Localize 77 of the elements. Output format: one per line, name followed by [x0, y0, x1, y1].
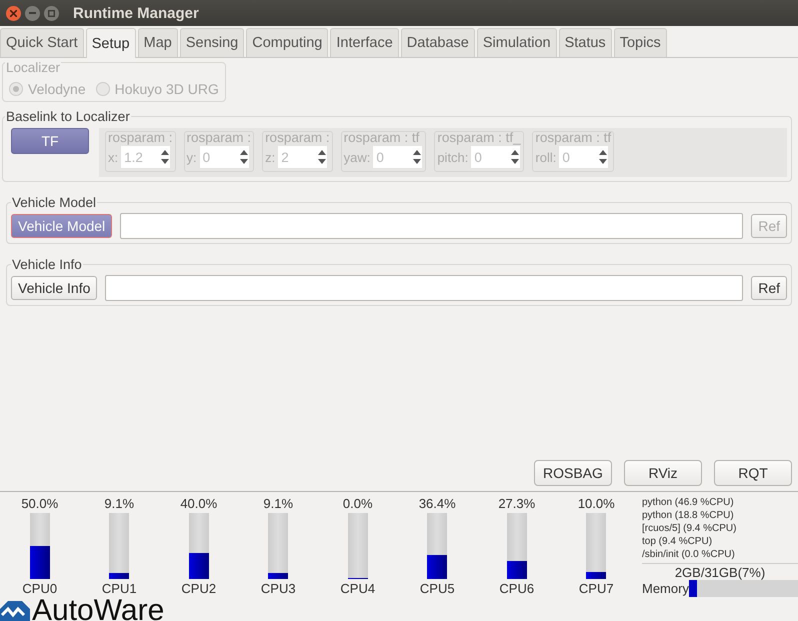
spin-arrows-icon[interactable] [238, 149, 249, 165]
spin-arrows-icon[interactable] [160, 149, 170, 165]
cpu-percent: 27.3% [498, 496, 536, 511]
cpu-meter [427, 513, 448, 579]
tab[interactable]: Topics [614, 28, 667, 57]
cpu-meter [30, 513, 50, 579]
minimize-icon[interactable] [25, 6, 40, 20]
cpu-percent: 9.1% [104, 496, 134, 511]
spin-arrows-icon[interactable] [510, 149, 520, 165]
spin-arrows-icon[interactable] [317, 149, 328, 165]
param-title: rosparam : tf_ [437, 130, 522, 145]
param-label: pitch: [437, 150, 468, 164]
path-field[interactable] [105, 275, 744, 301]
group-title: Vehicle Model [11, 195, 98, 210]
group-title: Localizer [5, 60, 62, 75]
param-title: rosparam : tf [535, 130, 612, 145]
param-title: rosparam : [108, 130, 173, 145]
tool-button[interactable]: RQT [714, 460, 792, 486]
cpu-label: CPU4 [340, 581, 376, 596]
process-entry: python (18.8 %CPU) [642, 509, 735, 522]
tab[interactable]: Status [558, 28, 612, 57]
param-label: yaw: [344, 150, 370, 164]
cpu-percent: 36.4% [418, 496, 456, 511]
cpu-label: CPU2 [181, 581, 216, 596]
cpu-label: CPU0 [22, 581, 58, 596]
tab[interactable]: Quick Start [0, 28, 84, 57]
param-label: y: [186, 150, 197, 164]
cpu-label: CPU6 [499, 581, 534, 596]
cpu-label: CPU7 [578, 581, 614, 596]
tab[interactable]: Setup [86, 28, 136, 58]
process-entry: [rcuos/5] (9.4 %CPU) [642, 522, 738, 535]
cpu-percent: 10.0% [578, 496, 615, 511]
memory-label: Memory [642, 581, 689, 596]
cpu-label: CPU3 [260, 581, 296, 596]
tab[interactable]: Interface [330, 28, 399, 57]
cpu-meter [188, 513, 209, 579]
param-title: rosparam : [265, 130, 330, 145]
process-entry: top (9.4 %CPU) [642, 535, 714, 548]
spin-arrows-icon[interactable] [598, 149, 608, 165]
cpu-label: CPU1 [102, 581, 137, 596]
tab[interactable]: Database [400, 28, 475, 57]
tool-button[interactable]: RViz [624, 460, 702, 486]
param-label: z: [265, 150, 276, 164]
maximize-icon[interactable] [44, 6, 59, 20]
logo-text: AutoWare [32, 595, 164, 621]
tab[interactable]: Map [138, 28, 178, 57]
cpu-percent: 9.1% [263, 496, 294, 511]
close-icon[interactable] [6, 6, 21, 20]
tool-button[interactable]: ROSBAG [534, 460, 612, 486]
path-field[interactable] [120, 213, 744, 239]
cpu-meter [348, 513, 368, 579]
window-title: Runtime Manager [73, 4, 199, 22]
group-title: Vehicle Info [11, 257, 83, 272]
tab[interactable]: Computing [246, 28, 328, 57]
cpu-meter [586, 513, 606, 579]
param-label: x: [108, 150, 118, 164]
cpu-percent: 0.0% [342, 496, 373, 511]
param-label: roll: [535, 150, 556, 164]
cpu-percent: 50.0% [21, 496, 58, 511]
tab[interactable]: Sensing [180, 28, 244, 57]
tab[interactable]: Simulation [476, 28, 557, 57]
cpu-meter [268, 513, 288, 579]
tf-button[interactable]: TF [11, 128, 89, 154]
vehicle-button[interactable]: Vehicle Info [11, 276, 98, 300]
param-title: rosparam : tf [344, 130, 420, 145]
ref-button[interactable]: Ref [751, 276, 787, 300]
process-entry: python (46.9 %CPU) [642, 496, 735, 509]
param-title: rosparam : [186, 130, 252, 145]
cpu-label: CPU5 [420, 581, 455, 596]
vehicle-button[interactable]: Vehicle Model [11, 214, 112, 238]
spin-arrows-icon[interactable] [412, 149, 422, 165]
group-title: Baselink to Localizer [5, 109, 131, 124]
cpu-percent: 40.0% [180, 496, 218, 511]
process-entry: /sbin/init (0.0 %CPU) [642, 548, 736, 561]
cpu-meter [506, 513, 527, 579]
cpu-meter [109, 513, 130, 579]
memory-reading: 2GB/31GB(7%) [674, 565, 766, 580]
